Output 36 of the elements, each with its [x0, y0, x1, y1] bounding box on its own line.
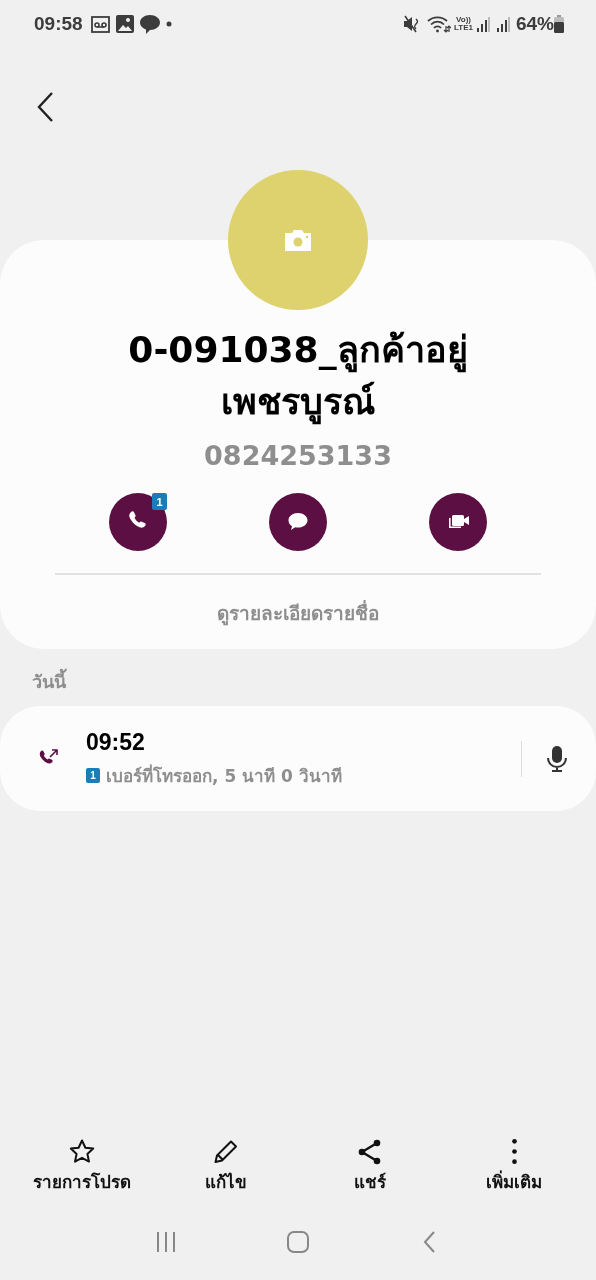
star-icon	[68, 1138, 96, 1166]
volte-label: Vo))	[456, 16, 471, 24]
call-time: 09:52	[86, 728, 146, 756]
share-button[interactable]: แชร์	[298, 1138, 442, 1195]
call-description: เบอร์ที่โทรออก, 5 นาที 0 วินาที	[106, 763, 342, 788]
image-icon	[115, 15, 134, 33]
recent-apps-icon[interactable]	[154, 1230, 178, 1254]
contact-number: 0824253133	[204, 440, 392, 471]
sim-badge: 1	[86, 767, 100, 783]
wifi-icon	[427, 15, 451, 33]
network-label: LTE1	[454, 24, 473, 32]
call-button[interactable]: 1	[109, 493, 167, 551]
dot-icon	[165, 21, 172, 27]
status-time: 09:58	[34, 13, 83, 35]
voicemail-icon	[90, 15, 110, 33]
pencil-icon	[212, 1138, 240, 1166]
more-icon	[511, 1139, 517, 1164]
favourite-button[interactable]: รายการโปรด	[10, 1138, 154, 1195]
signal-icon	[475, 16, 490, 32]
signal-icon	[495, 16, 510, 32]
section-heading: วันนี้	[32, 667, 596, 696]
chat-bubble-icon	[139, 14, 160, 34]
home-icon[interactable]	[286, 1230, 310, 1254]
camera-icon	[283, 229, 313, 251]
message-button[interactable]	[269, 493, 327, 551]
edit-button[interactable]: แก้ไข	[154, 1138, 298, 1195]
call-log-entry[interactable]: 09:52 1 เบอร์ที่โทรออก, 5 นาที 0 วินาที	[0, 706, 596, 811]
video-button[interactable]	[429, 493, 487, 551]
battery-percent: 64%	[515, 13, 554, 35]
sim-badge: 1	[152, 493, 167, 510]
microphone-icon[interactable]	[546, 744, 568, 773]
contact-name: 0-091038_ลูกค้าอยู่เพชรบูรณ์	[108, 324, 488, 428]
more-button[interactable]: เพิ่มเติม	[442, 1138, 586, 1195]
back-icon[interactable]	[36, 90, 56, 124]
battery-icon	[554, 15, 564, 33]
mute-icon	[403, 15, 421, 33]
